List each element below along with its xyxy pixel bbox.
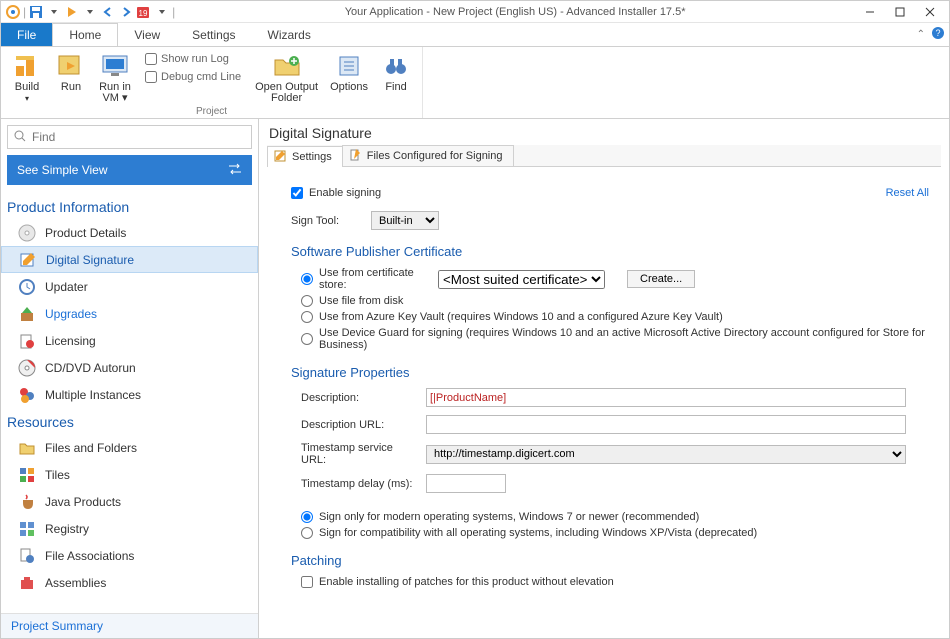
search-icon	[14, 130, 26, 145]
sidebar-item-multiple-instances[interactable]: Multiple Instances	[1, 381, 258, 408]
play-icon[interactable]	[64, 4, 80, 20]
app-logo-icon	[5, 4, 21, 20]
sidebar-item-product-details[interactable]: Product Details	[1, 219, 258, 246]
page-title: Digital Signature	[259, 119, 949, 145]
registry-icon	[17, 519, 37, 539]
assemblies-icon	[17, 573, 37, 593]
inner-tab-files[interactable]: Files Configured for Signing	[342, 145, 514, 166]
cert-device-guard-radio[interactable]	[301, 333, 313, 345]
section-certificate: Software Publisher Certificate	[291, 244, 929, 259]
sidebar-item-digital-signature[interactable]: Digital Signature	[1, 246, 258, 273]
cert-store-select[interactable]: <Most suited certificate>	[438, 270, 605, 289]
timestamp-url-select[interactable]: http://timestamp.digicert.com	[426, 445, 906, 464]
folder-open-icon	[271, 51, 303, 81]
timestamp-delay-input[interactable]	[426, 474, 506, 493]
file-assoc-icon	[17, 546, 37, 566]
sidebar-item-updater[interactable]: Updater	[1, 273, 258, 300]
cd-icon	[17, 358, 37, 378]
sidebar-item-licensing[interactable]: Licensing	[1, 327, 258, 354]
sidebar-item-autorun[interactable]: CD/DVD Autorun	[1, 354, 258, 381]
licensing-icon	[17, 331, 37, 351]
sidebar-item-files-folders[interactable]: Files and Folders	[1, 434, 258, 461]
options-icon	[333, 51, 365, 81]
save-icon[interactable]	[28, 4, 44, 20]
maximize-button[interactable]	[885, 2, 915, 22]
sidebar-search[interactable]	[7, 125, 252, 149]
search-input[interactable]	[32, 130, 245, 144]
project-summary-link[interactable]: Project Summary	[1, 613, 258, 638]
forward-icon[interactable]	[118, 4, 134, 20]
show-run-log-check[interactable]: Show run Log	[145, 53, 241, 65]
svg-text:19: 19	[139, 9, 148, 18]
create-cert-button[interactable]: Create...	[627, 270, 695, 288]
updater-icon	[17, 277, 37, 297]
options-button[interactable]: Options	[326, 49, 372, 106]
sign-tool-select[interactable]: Built-in	[371, 211, 439, 230]
sign-compat-radio[interactable]	[301, 527, 313, 539]
sidebar-item-file-associations[interactable]: File Associations	[1, 542, 258, 569]
vm-icon	[99, 51, 131, 81]
reset-all-link[interactable]: Reset All	[886, 187, 929, 199]
files-tab-icon	[349, 149, 363, 163]
sidebar-section-resources: Resources	[1, 408, 258, 434]
sidebar-item-assemblies[interactable]: Assemblies	[1, 569, 258, 596]
disc-icon	[17, 223, 37, 243]
run-button[interactable]: Run	[51, 49, 91, 106]
cert-azure-radio[interactable]	[301, 311, 313, 323]
sidebar-item-upgrades[interactable]: Upgrades	[1, 300, 258, 327]
build-button[interactable]: Build▾	[7, 49, 47, 106]
find-button[interactable]: Find	[376, 49, 416, 106]
description-input[interactable]	[426, 388, 906, 407]
simple-view-toggle[interactable]: See Simple View	[7, 155, 252, 185]
instances-icon	[17, 385, 37, 405]
java-icon	[17, 492, 37, 512]
sidebar-item-tiles[interactable]: Tiles	[1, 461, 258, 488]
enable-signing-check[interactable]: Enable signing	[291, 187, 381, 199]
run-icon	[55, 51, 87, 81]
sidebar-item-java[interactable]: Java Products	[1, 488, 258, 515]
ribbon-group-label: Project	[7, 106, 416, 118]
tiles-icon	[17, 465, 37, 485]
section-patching: Patching	[291, 553, 929, 568]
folder-icon	[17, 438, 37, 458]
dropdown-icon[interactable]	[82, 4, 98, 20]
cert-disk-radio[interactable]	[301, 295, 313, 307]
run-in-vm-button[interactable]: Run in VM ▾	[95, 49, 135, 106]
chevron-up-icon[interactable]: ⌃	[917, 29, 925, 40]
calendar-badge-icon[interactable]: 19	[136, 4, 152, 20]
svg-text:?: ?	[935, 28, 940, 38]
build-icon	[11, 51, 43, 81]
description-url-input[interactable]	[426, 415, 906, 434]
upgrades-icon	[17, 304, 37, 324]
section-signature-props: Signature Properties	[291, 365, 929, 380]
help-icon[interactable]: ?	[931, 26, 945, 43]
binoculars-icon	[380, 51, 412, 81]
tab-home[interactable]: Home	[52, 23, 118, 46]
qat-separator: |	[23, 5, 26, 19]
sidebar-section-product: Product Information	[1, 193, 258, 219]
signature-icon	[18, 250, 38, 270]
cert-store-radio[interactable]	[301, 273, 313, 285]
debug-cmd-check[interactable]: Debug cmd Line	[145, 71, 241, 83]
window-title: Your Application - New Project (English …	[175, 6, 855, 18]
dropdown-icon[interactable]	[46, 4, 62, 20]
open-output-folder-button[interactable]: Open Output Folder	[251, 49, 322, 106]
settings-tab-icon	[274, 150, 288, 164]
swap-icon	[228, 163, 242, 178]
back-icon[interactable]	[100, 4, 116, 20]
tab-file[interactable]: File	[1, 23, 52, 46]
dropdown-icon[interactable]	[154, 4, 170, 20]
sign-tool-label: Sign Tool:	[291, 215, 361, 227]
patching-check[interactable]: Enable installing of patches for this pr…	[301, 576, 929, 588]
sidebar-item-registry[interactable]: Registry	[1, 515, 258, 542]
minimize-button[interactable]	[855, 2, 885, 22]
tab-wizards[interactable]: Wizards	[252, 23, 327, 46]
tab-settings[interactable]: Settings	[176, 23, 251, 46]
close-button[interactable]	[915, 2, 945, 22]
inner-tab-settings[interactable]: Settings	[267, 146, 343, 167]
tab-view[interactable]: View	[118, 23, 176, 46]
sign-modern-radio[interactable]	[301, 511, 313, 523]
